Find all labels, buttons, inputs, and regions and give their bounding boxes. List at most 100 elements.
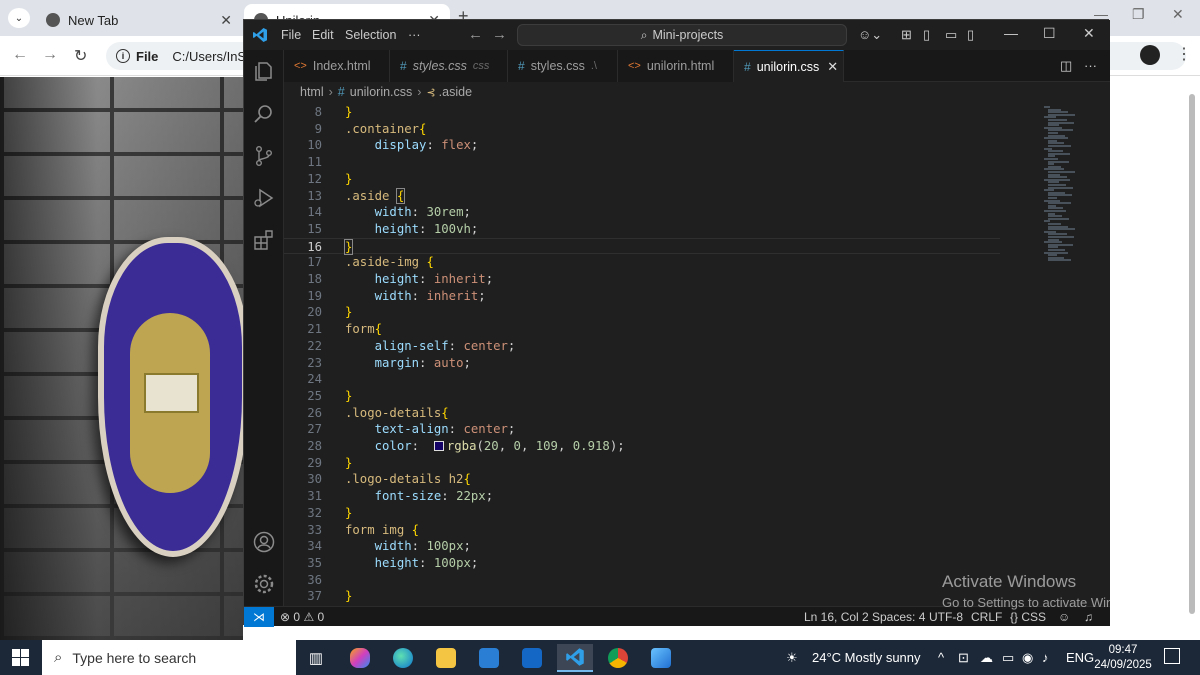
reload-icon[interactable]: ↻ (74, 46, 87, 66)
toggle-secondary-sidebar-icon[interactable]: ▯ (967, 27, 974, 43)
chrome-taskbar-icon[interactable] (600, 644, 636, 672)
code-line[interactable]: 23 margin: auto; (284, 355, 1000, 372)
code-line[interactable]: 16} (284, 237, 1000, 255)
taskbar-search-box[interactable]: ⌕ Type here to search (42, 640, 296, 675)
code-line[interactable]: 35 height: 100px; (284, 555, 1000, 572)
code-line[interactable]: 11 (284, 154, 1000, 171)
code-line[interactable]: 9 .container{ (284, 121, 1000, 138)
code-line[interactable]: 29} (284, 455, 1000, 472)
weather-text[interactable]: 24°C Mostly sunny (812, 650, 921, 665)
accounts-icon[interactable] (252, 530, 276, 554)
close-tab-icon[interactable]: ✕ (220, 12, 232, 29)
code-line[interactable]: 31 font-size: 22px; (284, 488, 1000, 505)
notification-center-icon[interactable] (1164, 648, 1180, 664)
code-line[interactable]: 24 (284, 371, 1000, 388)
restore-icon[interactable]: ❐ (1132, 6, 1145, 23)
back-arrow-icon[interactable]: ← (468, 26, 483, 43)
extensions-icon[interactable] (252, 228, 276, 252)
code-line[interactable]: 28 color: rgba(20, 0, 109, 0.918); (284, 438, 1000, 455)
code-line[interactable]: 19 width: inherit; (284, 288, 1000, 305)
toggle-primary-sidebar-icon[interactable]: ▯ (923, 27, 930, 43)
close-window-icon[interactable]: ✕ (1172, 6, 1184, 23)
forward-arrow-icon[interactable]: → (492, 26, 507, 43)
copilot-app-icon[interactable] (342, 644, 378, 672)
code-line[interactable]: 36 (284, 572, 1000, 589)
profile-avatar[interactable] (1140, 45, 1160, 65)
menu-more[interactable]: ··· (408, 28, 421, 42)
task-view-icon[interactable]: ▥ (298, 644, 334, 672)
more-actions-icon[interactable]: ··· (1084, 58, 1097, 73)
network-icon[interactable]: ◉ (1022, 650, 1033, 666)
toggle-panel-icon[interactable]: ▭ (945, 27, 957, 43)
weather-icon[interactable]: ☀ (786, 650, 798, 666)
battery-icon[interactable]: ▭ (1002, 650, 1014, 666)
code-line[interactable]: 22 align-self: center; (284, 338, 1000, 355)
tab-unilorin-html[interactable]: <> unilorin.html (618, 50, 734, 82)
notifications-bell-icon[interactable]: ♫ (1084, 610, 1093, 624)
code-line[interactable]: 34 width: 100px; (284, 538, 1000, 555)
microsoft-store-icon[interactable] (471, 644, 507, 672)
tab-index-html[interactable]: <> Index.html (284, 50, 390, 82)
tab-unilorin-css[interactable]: # unilorin.css ✕ (734, 50, 844, 82)
outlook-icon[interactable] (514, 644, 550, 672)
tab-styles-css-preview[interactable]: # styles.css css (390, 50, 508, 82)
customize-layout-icon[interactable]: ⊞ (901, 27, 912, 43)
cursor-position[interactable]: Ln 16, Col 2 (804, 610, 869, 624)
menu-edit[interactable]: Edit (312, 28, 334, 42)
color-swatch[interactable] (433, 441, 444, 451)
system-clock[interactable]: 09:47 24/09/2025 (1092, 643, 1154, 673)
run-debug-icon[interactable] (252, 186, 276, 210)
gear-icon[interactable] (252, 572, 276, 596)
explorer-icon[interactable] (252, 60, 276, 84)
code-line[interactable]: 25} (284, 388, 1000, 405)
command-center-search[interactable]: ⌕ Mini-projects (517, 24, 847, 46)
copilot-status-icon[interactable]: ☺ (1058, 610, 1070, 624)
code-line[interactable]: 27 text-align: center; (284, 421, 1000, 438)
minimap[interactable] (1044, 102, 1110, 606)
code-line[interactable]: 10 display: flex; (284, 137, 1000, 154)
copilot-icon[interactable]: ☺⌄ (858, 27, 882, 43)
menu-file[interactable]: File (281, 28, 301, 42)
language-mode[interactable]: {} CSS (1010, 610, 1046, 624)
code-line[interactable]: 15 height: 100vh; (284, 221, 1000, 238)
tab-search-icon[interactable]: ⌄ (8, 8, 30, 28)
code-line[interactable]: 12} (284, 171, 1000, 188)
info-icon[interactable]: i (116, 49, 130, 63)
remote-indicator-icon[interactable]: ⋊ (244, 607, 274, 627)
split-editor-icon[interactable]: ◫ (1060, 58, 1072, 74)
vscode-taskbar-icon[interactable] (557, 644, 593, 672)
code-line[interactable]: 18 height: inherit; (284, 271, 1000, 288)
code-line[interactable]: 13 .aside { (284, 187, 1000, 205)
close-window-icon[interactable]: ✕ (1083, 25, 1095, 42)
chevron-up-icon[interactable]: ^ (938, 650, 944, 665)
code-line[interactable]: 30 .logo-details h2{ (284, 471, 1000, 488)
problems-indicator[interactable]: ⊗ 0 ⚠ 0 (280, 610, 324, 624)
menu-selection[interactable]: Selection (345, 28, 396, 42)
input-language[interactable]: ENG (1066, 650, 1094, 665)
browser-scrollbar[interactable] (1187, 90, 1197, 620)
maximize-icon[interactable]: ☐ (1043, 25, 1056, 42)
minimize-icon[interactable]: — (1004, 25, 1018, 41)
indentation[interactable]: Spaces: 4 (872, 610, 925, 624)
breadcrumb-folder[interactable]: html (300, 85, 324, 99)
browser-tab-new-tab[interactable]: New Tab ✕ (36, 4, 242, 36)
close-tab-icon[interactable]: ✕ (827, 59, 838, 75)
code-line[interactable]: 26 .logo-details{ (284, 405, 1000, 422)
file-explorer-icon[interactable] (428, 644, 464, 672)
breadcrumb-file[interactable]: unilorin.css (350, 85, 413, 99)
meet-now-icon[interactable]: ⊡ (958, 650, 969, 666)
code-line[interactable]: 32} (284, 505, 1000, 522)
code-line[interactable]: 33 form img { (284, 522, 1000, 539)
tab-styles-css[interactable]: # styles.css .\ (508, 50, 618, 82)
forward-arrow-icon[interactable]: → (42, 46, 58, 64)
cloud-icon[interactable]: ☁ (980, 650, 993, 666)
code-line[interactable]: 8} (284, 104, 1000, 121)
source-control-icon[interactable] (252, 144, 276, 168)
line-ending[interactable]: CRLF (971, 610, 1002, 624)
back-arrow-icon[interactable]: ← (12, 46, 28, 64)
more-vertical-icon[interactable]: ⋮ (1176, 44, 1192, 64)
windows-start-icon[interactable] (12, 649, 29, 666)
search-icon[interactable] (252, 102, 276, 126)
volume-icon[interactable]: ♪ (1042, 650, 1049, 665)
code-line[interactable]: 17 .aside-img { (284, 254, 1000, 271)
